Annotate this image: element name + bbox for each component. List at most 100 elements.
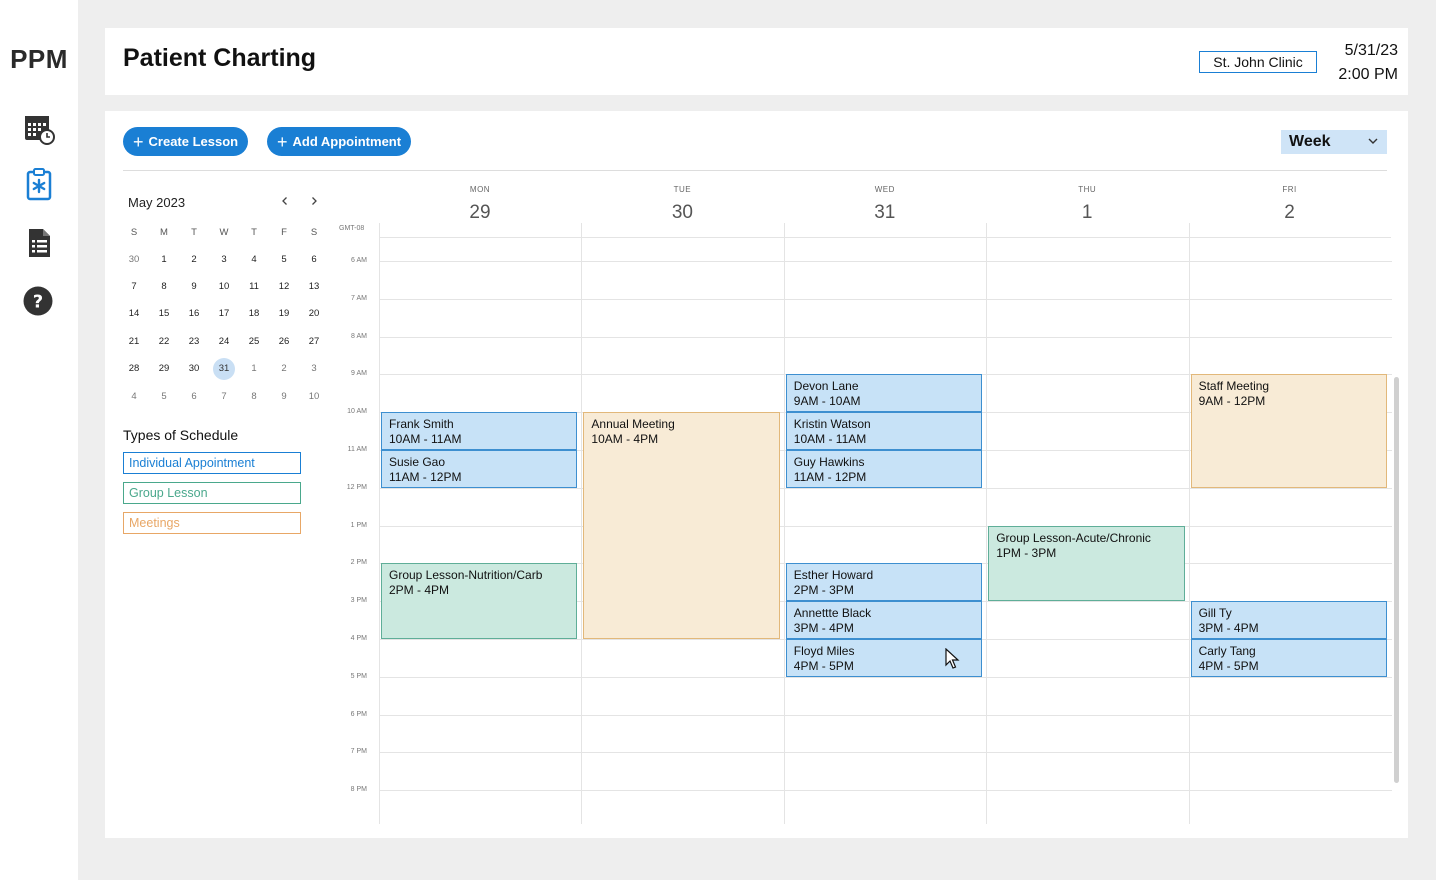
mini-calendar-day[interactable]: 2 [273,358,295,380]
mini-calendar-day[interactable]: 6 [183,385,205,407]
calendar-scrollbar[interactable] [1394,377,1399,783]
mini-calendar-day[interactable]: 3 [213,248,235,270]
schedule-type-individual-appointment[interactable]: Individual Appointment [123,452,301,474]
hour-label: 6 AM [351,257,367,264]
mini-calendar-day[interactable]: 10 [303,385,325,407]
mini-calendar-day[interactable]: 20 [303,303,325,325]
chevron-down-icon [1367,133,1379,154]
calendar-event-appt[interactable]: Carly Tang 4PM - 5PM [1190,639,1387,677]
mini-calendar-day[interactable]: 21 [123,330,145,352]
mini-calendar-weekday: S [130,226,138,238]
create-lesson-button[interactable]: + Create Lesson [123,127,249,156]
event-time: 10AM - 11AM [793,432,867,447]
calendar-event-appt[interactable]: Susie Gao 11AM - 12PM [381,450,578,488]
mini-calendar-day[interactable]: 25 [243,330,265,352]
day-column-divider [581,223,583,824]
mini-calendar-day[interactable]: 3 [303,358,325,380]
hour-label: 7 PM [350,748,367,756]
mini-calendar-day[interactable]: 24 [213,330,235,352]
page-header: Patient Charting St. John Clinic 5/31/23… [105,28,1408,95]
day-column-divider [986,223,988,824]
calendar-event-appt[interactable]: Kristin Watson 10AM - 11AM [785,412,983,450]
mini-calendar-day[interactable]: 4 [123,385,145,407]
mini-calendar-day[interactable]: 17 [213,303,235,325]
clipboard-medical-icon[interactable] [22,167,56,201]
mini-calendar-day[interactable]: 4 [243,248,265,270]
calendar-event-group[interactable]: Group Lesson-Acute/Chronic 1PM - 3PM [988,525,1185,602]
mini-calendar-day[interactable]: 22 [153,330,175,352]
mini-calendar-day[interactable]: 11 [243,275,265,297]
mini-calendar-day[interactable]: 5 [273,248,295,270]
hour-label: 3 PM [350,597,367,605]
mini-calendar-day[interactable]: 8 [243,385,265,407]
mini-calendar-day[interactable]: 1 [243,358,265,380]
mini-calendar-day[interactable]: 6 [303,248,325,270]
hour-line [379,525,1392,527]
mini-calendar-day[interactable]: 30 [123,248,145,270]
mini-calendar-day[interactable]: 1 [153,248,175,270]
calendar-event-meet[interactable]: Staff Meeting 9AM - 12PM [1190,374,1387,488]
event-time: 10AM - 4PM [591,432,659,447]
calendar-event-appt[interactable]: Frank Smith 10AM - 11AM [381,412,578,450]
mini-calendar-day[interactable]: 7 [123,275,145,297]
mini-calendar-day[interactable]: 18 [243,303,265,325]
mini-calendar-day[interactable]: 23 [183,330,205,352]
calendar-event-group[interactable]: Group Lesson-Nutrition/Carb 2PM - 4PM [381,563,578,639]
document-list-icon[interactable] [22,226,56,260]
day-number[interactable]: 31 [784,202,986,224]
event-title: Esther Howard [793,568,874,583]
event-title: Devon Lane [793,379,859,394]
day-number[interactable]: 29 [379,202,581,224]
schedule-type-group-lesson[interactable]: Group Lesson [123,482,301,504]
mini-calendar-day[interactable]: 10 [213,275,235,297]
view-dropdown[interactable]: Week [1281,130,1387,154]
current-date: 5/31/23 [1344,42,1398,59]
day-number[interactable]: 2 [1189,202,1391,224]
chevron-right-icon[interactable] [306,193,322,209]
calendar-event-appt[interactable]: Annettte Black 3PM - 4PM [785,601,983,639]
day-column-divider [379,223,380,824]
schedule-type-meetings[interactable]: Meetings [123,512,301,534]
mini-calendar-day[interactable]: 16 [183,303,205,325]
current-time: 2:00 PM [1338,66,1398,83]
mini-calendar-day[interactable]: 5 [153,385,175,407]
mini-calendar-day[interactable]: 13 [303,275,325,297]
mini-calendar-day[interactable]: 30 [183,358,205,380]
event-title: Kristin Watson [793,417,871,432]
calendar-event-appt[interactable]: Devon Lane 9AM - 10AM [785,374,983,413]
mini-calendar-day[interactable]: 9 [273,385,295,407]
calendar-event-appt[interactable]: Esther Howard 2PM - 3PM [785,563,983,602]
help-icon[interactable]: ? [22,284,56,318]
schedule-panel: + Create Lesson + Add Appointment Week M… [105,111,1408,838]
calendar-event-appt[interactable]: Guy Hawkins 11AM - 12PM [785,450,983,488]
mini-calendar-day[interactable]: 29 [153,358,175,380]
page-title: Patient Charting [123,44,317,72]
timezone-label: GMT-08 [339,225,365,232]
clinic-selector[interactable]: St. John Clinic [1199,51,1317,73]
day-name: TUE [673,185,692,194]
calendar-event-appt[interactable]: Gill Ty 3PM - 4PM [1190,601,1387,639]
calendar-event-meet[interactable]: Annual Meeting 10AM - 4PM [583,412,780,639]
calendar-clock-icon[interactable] [22,112,56,146]
mini-calendar-day[interactable]: 31 [213,357,235,380]
plus-icon: + [277,131,288,152]
mini-calendar-day[interactable]: 8 [153,275,175,297]
mini-calendar-day[interactable]: 7 [213,385,235,407]
hour-label: 7 AM [351,294,367,302]
mini-calendar-day[interactable]: 2 [183,248,205,270]
mini-calendar-day[interactable]: 19 [273,303,295,325]
day-number[interactable]: 30 [581,202,783,224]
mini-calendar-day[interactable]: 14 [123,303,145,325]
mini-calendar-day[interactable]: 12 [273,275,295,297]
mini-calendar-day[interactable]: 15 [153,303,175,325]
event-time: 11AM - 12PM [793,470,867,484]
mini-calendar-day[interactable]: 26 [273,330,295,352]
chevron-left-icon[interactable] [277,193,293,209]
add-appointment-button[interactable]: + Add Appointment [267,127,412,156]
mini-calendar-day[interactable]: 9 [183,275,205,297]
day-number[interactable]: 1 [986,202,1188,224]
mini-calendar-day[interactable]: 28 [123,358,145,380]
event-time: 4PM - 5PM [1198,659,1259,673]
create-lesson-label: Create Lesson [148,134,239,149]
mini-calendar-day[interactable]: 27 [303,330,325,352]
